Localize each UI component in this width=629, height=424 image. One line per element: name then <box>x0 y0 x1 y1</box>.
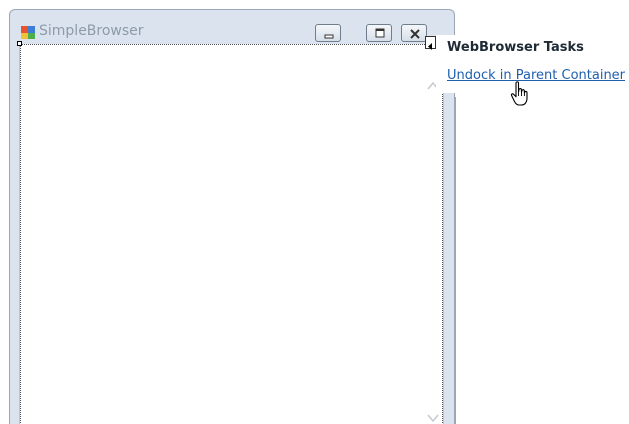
form-app-icon <box>21 24 35 39</box>
scroll-down-icon[interactable] <box>426 409 440 423</box>
maximize-icon <box>375 28 385 38</box>
panel-divider <box>455 97 456 424</box>
form-window[interactable]: SimpleBrowser <box>9 9 455 424</box>
webbrowser-control[interactable] <box>17 41 444 424</box>
undock-link[interactable]: Undock in Parent Container <box>447 68 625 83</box>
minimize-icon <box>324 34 334 39</box>
smart-tag-panel: WebBrowser Tasks Undock in Parent Contai… <box>436 35 629 93</box>
panel-header: WebBrowser Tasks <box>447 40 584 55</box>
smart-tag-button[interactable] <box>425 36 436 50</box>
smart-tag-arrow-icon <box>428 43 432 50</box>
maximize-button[interactable] <box>366 24 392 42</box>
close-button[interactable] <box>401 24 427 42</box>
selection-outline <box>20 44 443 424</box>
window-title: SimpleBrowser <box>39 23 144 39</box>
title-bar[interactable]: SimpleBrowser <box>10 10 454 44</box>
resize-handle[interactable] <box>17 41 22 46</box>
minimize-button[interactable] <box>315 24 341 42</box>
hand-pointer-icon <box>509 81 531 107</box>
designer-canvas: SimpleBrowser WebBrowser Tasks Undock in… <box>0 0 629 424</box>
